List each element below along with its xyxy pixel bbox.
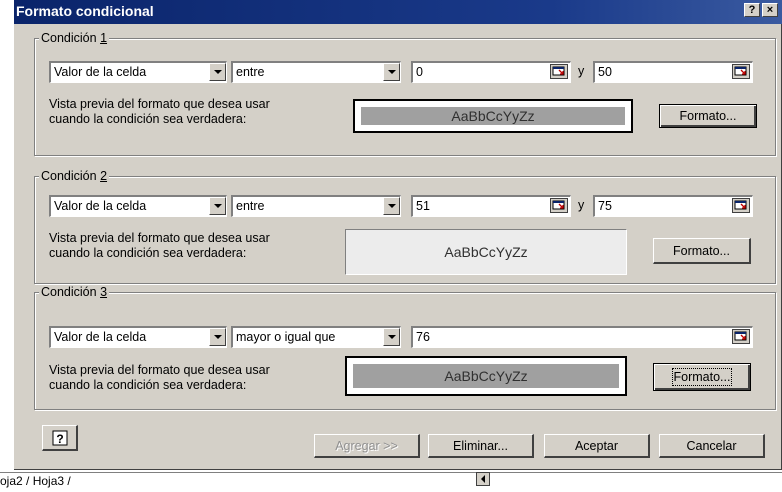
condition-3-value-input[interactable]: 76 — [411, 326, 753, 348]
condition-2-preview-label: Vista previa del formato que desea usar … — [49, 231, 270, 260]
condition-3-operator-select[interactable]: mayor o igual que — [231, 326, 401, 348]
ok-button[interactable]: Aceptar — [544, 434, 650, 458]
condition-2-operand-select[interactable]: Valor de la celda — [49, 195, 227, 217]
window-title: Formato condicional — [16, 3, 154, 19]
divider — [0, 472, 782, 473]
condition-1-value2-input[interactable]: 50 — [593, 61, 753, 83]
condition-1-operand-select[interactable]: Valor de la celda — [49, 61, 227, 83]
close-button[interactable]: × — [762, 3, 778, 17]
condition-3-group: Condición 3 Valor de la celda mayor o ig… — [34, 285, 776, 410]
conditional-format-dialog: Formato condicional ? × Condición 1 Valo… — [14, 0, 782, 470]
condition-1-preview-label: Vista previa del formato que desea usar … — [49, 97, 270, 126]
condition-3-preview-label: Vista previa del formato que desea usar … — [49, 363, 270, 392]
condition-3-legend: Condición 3 — [39, 285, 110, 299]
condition-2-legend: Condición 2 — [39, 169, 110, 183]
condition-1-format-button[interactable]: Formato... — [659, 104, 757, 128]
condition-1-group: Condición 1 Valor de la celda entre 0 y … — [34, 31, 776, 156]
sheet-tab-labels[interactable]: oja2 / Hoja3 / — [0, 474, 71, 488]
collapse-dialog-icon[interactable] — [732, 198, 750, 213]
condition-3-preview: AaBbCcYyZz — [345, 356, 627, 396]
chevron-down-icon[interactable] — [383, 197, 400, 215]
question-icon: ? — [52, 430, 67, 446]
title-bar: Formato condicional ? × — [14, 0, 782, 24]
condition-2-value2-input[interactable]: 75 — [593, 195, 753, 217]
condition-2-and-label: y — [578, 198, 585, 212]
condition-1-legend: Condición 1 — [39, 31, 110, 45]
condition-2-preview: AaBbCcYyZz — [345, 229, 627, 275]
condition-2-group: Condición 2 Valor de la celda entre 51 y… — [34, 169, 776, 284]
preview-swatch: AaBbCcYyZz — [346, 230, 626, 274]
svg-text:?: ? — [56, 432, 63, 446]
collapse-dialog-icon[interactable] — [732, 329, 750, 344]
condition-3-format-button[interactable]: Formato... — [653, 363, 751, 391]
collapse-dialog-icon[interactable] — [732, 64, 750, 79]
help-button[interactable]: ? — [42, 425, 78, 451]
condition-1-preview: AaBbCcYyZz — [353, 99, 633, 133]
chevron-down-icon[interactable] — [383, 328, 400, 346]
condition-2-value1-input[interactable]: 51 — [411, 195, 571, 217]
condition-1-value1-input[interactable]: 0 — [411, 61, 571, 83]
add-button[interactable]: Agregar >> — [314, 434, 420, 458]
collapse-dialog-icon[interactable] — [550, 64, 568, 79]
sheet-tabs-bar: oja2 / Hoja3 / — [0, 472, 782, 492]
scroll-left-icon[interactable] — [476, 472, 490, 486]
chevron-down-icon[interactable] — [209, 197, 226, 215]
chevron-down-icon[interactable] — [209, 328, 226, 346]
delete-button[interactable]: Eliminar... — [428, 434, 534, 458]
preview-swatch: AaBbCcYyZz — [361, 107, 625, 125]
help-title-button[interactable]: ? — [744, 3, 760, 17]
condition-2-operator-select[interactable]: entre — [231, 195, 401, 217]
chevron-down-icon[interactable] — [209, 63, 226, 81]
condition-1-operator-select[interactable]: entre — [231, 61, 401, 83]
collapse-dialog-icon[interactable] — [550, 198, 568, 213]
chevron-down-icon[interactable] — [383, 63, 400, 81]
condition-1-and-label: y — [578, 64, 585, 78]
cancel-button[interactable]: Cancelar — [659, 434, 765, 458]
condition-2-format-button[interactable]: Formato... — [653, 238, 751, 264]
condition-3-operand-select[interactable]: Valor de la celda — [49, 326, 227, 348]
preview-swatch: AaBbCcYyZz — [353, 364, 619, 388]
